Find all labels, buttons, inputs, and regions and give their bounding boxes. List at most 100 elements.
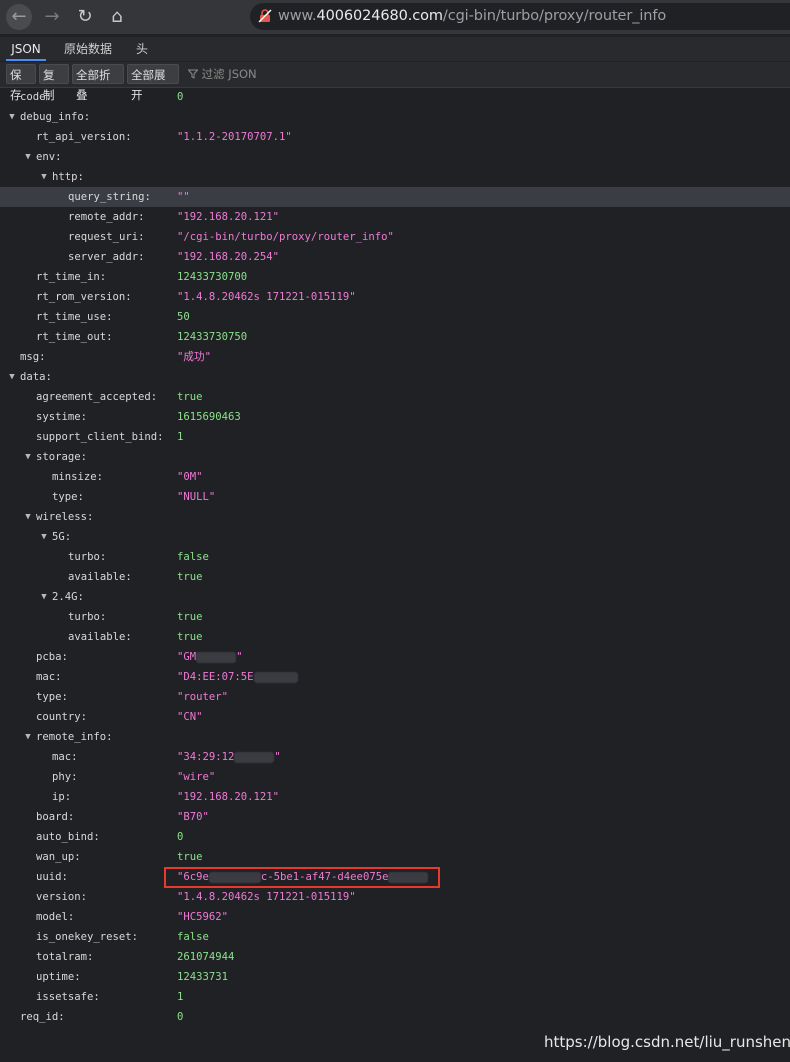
- expand-toggle-icon[interactable]: ▼: [6, 107, 18, 127]
- json-key: issetsafe:: [36, 991, 100, 1003]
- tab-raw-data[interactable]: 原始数据: [64, 37, 112, 61]
- json-value-text: "/cgi-bin/turbo/proxy/router_info": [177, 231, 394, 243]
- url-text[interactable]: www.4006024680.com/cgi-bin/turbo/proxy/r…: [278, 8, 666, 24]
- json-key: wan_up:: [36, 851, 81, 863]
- expand-toggle-icon[interactable]: ▼: [22, 727, 34, 747]
- expand-toggle-icon[interactable]: ▼: [38, 527, 50, 547]
- home-icon[interactable]: ⌂: [104, 4, 130, 30]
- json-value: "D4:EE:07:5E: [177, 667, 298, 687]
- expand-all-button[interactable]: 全部展开: [127, 64, 179, 102]
- json-row[interactable]: ▼ remote_info:: [0, 727, 790, 747]
- json-row: req_id: 0: [0, 1007, 790, 1027]
- json-value: 1: [177, 427, 183, 447]
- filter-icon: [187, 69, 199, 79]
- json-value: "192.168.20.254": [177, 247, 279, 267]
- json-value-text: 1: [177, 431, 184, 443]
- json-value: "0M": [177, 467, 203, 487]
- json-value-text: true: [177, 391, 203, 403]
- json-key: mac:: [52, 751, 78, 763]
- json-value-text: "B70": [177, 811, 209, 823]
- viewer-tabs: JSON 原始数据 头: [0, 37, 790, 61]
- expand-toggle-icon[interactable]: ▼: [22, 447, 34, 467]
- save-button[interactable]: 保存: [6, 64, 36, 102]
- tab-json[interactable]: JSON: [6, 37, 46, 61]
- json-value-text: false: [177, 551, 209, 563]
- json-value-text: "router": [177, 691, 229, 703]
- json-key: request_uri:: [68, 231, 145, 243]
- redacted-blur: [253, 671, 298, 683]
- json-value-text: true: [177, 611, 203, 623]
- json-row: uptime: 12433731: [0, 967, 790, 987]
- forward-arrow-icon[interactable]: →: [39, 4, 65, 30]
- json-value-text: 1615690463: [177, 411, 241, 423]
- json-row[interactable]: ▼ http:: [0, 167, 790, 187]
- json-key: server_addr:: [68, 251, 145, 263]
- expand-toggle-icon[interactable]: ▼: [22, 147, 34, 167]
- expand-toggle-icon[interactable]: ▼: [38, 587, 50, 607]
- json-value: 50: [177, 307, 190, 327]
- json-row: available: true: [0, 567, 790, 587]
- json-value-text: "wire": [177, 771, 216, 783]
- json-row[interactable]: ▼ env:: [0, 147, 790, 167]
- json-row: wan_up: true: [0, 847, 790, 867]
- filter-placeholder: 过滤 JSON: [201, 67, 257, 81]
- json-value: true: [177, 627, 203, 647]
- not-secure-lock-icon[interactable]: [258, 9, 272, 23]
- json-row: rt_api_version: "1.1.2-20170707.1": [0, 127, 790, 147]
- collapse-all-button[interactable]: 全部折叠: [72, 64, 124, 102]
- json-value: 0: [177, 827, 183, 847]
- json-row: turbo: true: [0, 607, 790, 627]
- json-key: data:: [20, 371, 52, 383]
- uuid-highlight-box: [164, 867, 440, 888]
- json-value-suffix: ": [236, 651, 243, 663]
- json-key: country:: [36, 711, 88, 723]
- json-value-text: 261074944: [177, 951, 235, 963]
- json-row: server_addr: "192.168.20.254": [0, 247, 790, 267]
- json-row: issetsafe: 1: [0, 987, 790, 1007]
- json-value: "GM ": [177, 647, 243, 667]
- json-value-text: false: [177, 931, 209, 943]
- expand-toggle-icon[interactable]: ▼: [22, 507, 34, 527]
- json-value: "192.168.20.121": [177, 787, 279, 807]
- json-value-text: "1.4.8.20462s 171221-015119": [177, 891, 356, 903]
- json-row[interactable]: ▼ data:: [0, 367, 790, 387]
- json-row: query_string: "": [0, 187, 790, 207]
- json-value-text: true: [177, 571, 203, 583]
- json-row[interactable]: ▼ 2.4G:: [0, 587, 790, 607]
- json-key: pcba:: [36, 651, 68, 663]
- json-key: ip:: [52, 791, 72, 803]
- json-key: uuid:: [36, 871, 68, 883]
- json-key: uptime:: [36, 971, 81, 983]
- json-value-text: "192.168.20.121": [177, 791, 280, 803]
- json-value: false: [177, 927, 209, 947]
- back-arrow-icon[interactable]: ←: [6, 4, 32, 30]
- expand-toggle-icon[interactable]: ▼: [6, 367, 18, 387]
- json-toolbar: 保存 复制 全部折叠 全部展开 过滤 JSON: [0, 62, 790, 102]
- address-bar[interactable]: www.4006024680.com/cgi-bin/turbo/proxy/r…: [250, 3, 790, 30]
- json-value: 12433730700: [177, 267, 247, 287]
- json-value: "NULL": [177, 487, 215, 507]
- expand-toggle-icon[interactable]: ▼: [38, 167, 50, 187]
- tab-headers[interactable]: 头: [136, 37, 148, 61]
- reload-icon[interactable]: ↻: [72, 4, 98, 30]
- json-value: 0: [177, 1007, 183, 1027]
- json-row: available: true: [0, 627, 790, 647]
- json-row: rt_rom_version: "1.4.8.20462s 171221-0151…: [0, 287, 790, 307]
- json-value-text: 0: [177, 91, 184, 103]
- json-value-text: "": [177, 191, 190, 203]
- json-value-text: true: [177, 631, 203, 643]
- json-row[interactable]: ▼ wireless:: [0, 507, 790, 527]
- json-row[interactable]: ▼ 5G:: [0, 527, 790, 547]
- json-row: support_client_bind: 1: [0, 427, 790, 447]
- json-key: rt_rom_version:: [36, 291, 132, 303]
- json-key: version:: [36, 891, 88, 903]
- filter-json-input[interactable]: 过滤 JSON: [187, 64, 257, 84]
- copy-button[interactable]: 复制: [39, 64, 69, 102]
- json-value: 12433730750: [177, 327, 247, 347]
- json-key: is_onekey_reset:: [36, 931, 139, 943]
- json-key: agreement_accepted:: [36, 391, 158, 403]
- json-value: true: [177, 607, 203, 627]
- json-row[interactable]: ▼ storage:: [0, 447, 790, 467]
- json-row[interactable]: ▼ debug_info:: [0, 107, 790, 127]
- json-row: turbo: false: [0, 547, 790, 567]
